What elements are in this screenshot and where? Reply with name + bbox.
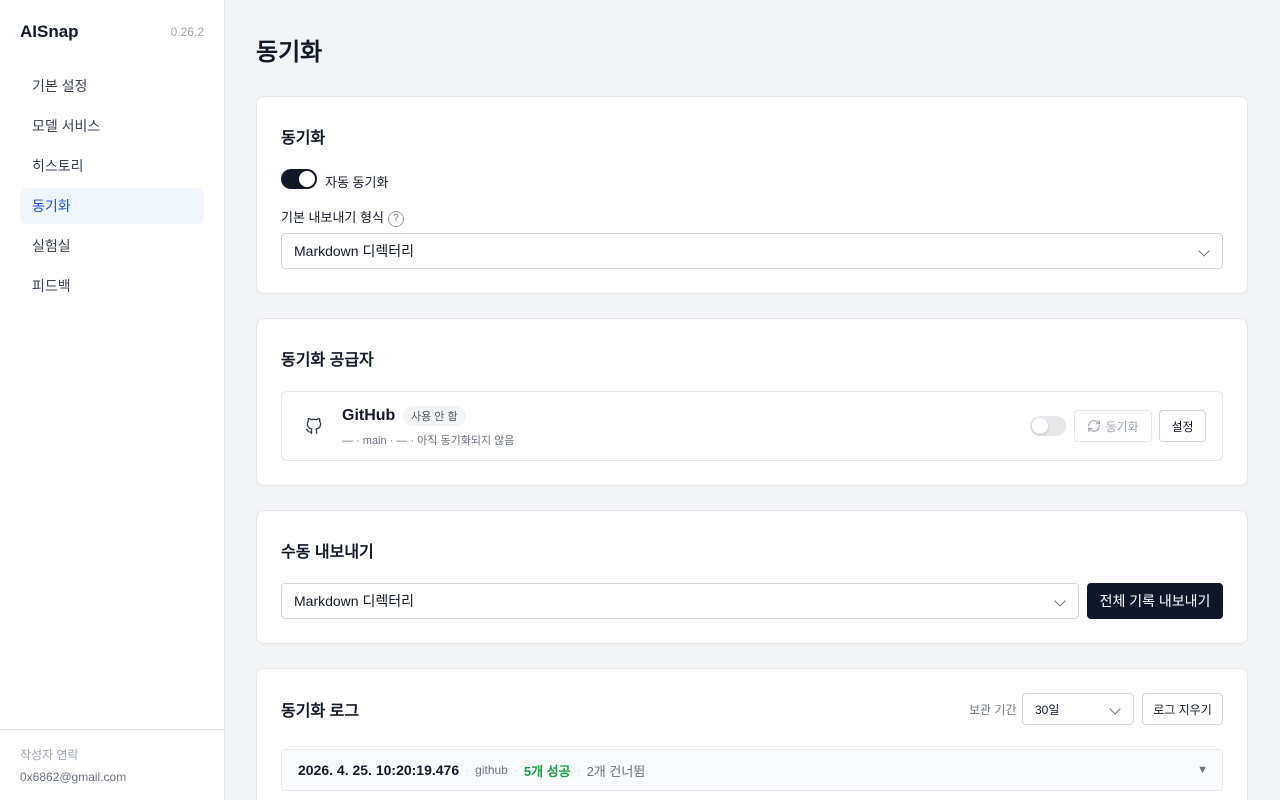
sidebar-item-general[interactable]: 기본 설정 <box>20 68 204 104</box>
manual-export-title: 수동 내보내기 <box>281 544 374 561</box>
auto-sync-label: 자동 동기화 <box>325 175 389 190</box>
main-content: 동기화 동기화 자동 동기화 기본 내보내기 형식? Markdown 디렉터리… <box>225 0 1280 800</box>
chevron-down-icon <box>1109 703 1121 715</box>
log-success-count: 5개 성공 <box>523 763 571 779</box>
manual-export-format-select[interactable]: Markdown 디렉터리 <box>281 583 1079 619</box>
sync-log-card: 동기화 로그 보관 기간 30일 로그 지우기 2026. 4. 25. 10:… <box>256 668 1248 800</box>
status-badge: 사용 안 함 <box>403 406 466 426</box>
sidebar-item-lab[interactable]: 실험실 <box>20 228 204 264</box>
sync-card-title: 동기화 <box>281 130 326 147</box>
sync-log-title: 동기화 로그 <box>281 703 360 720</box>
sync-settings-card: 동기화 자동 동기화 기본 내보내기 형식? Markdown 디렉터리 <box>256 96 1248 294</box>
retention-select[interactable]: 30일 <box>1022 693 1134 725</box>
app-version: 0.26.2 <box>170 25 204 39</box>
manual-export-card: 수동 내보내기 Markdown 디렉터리 전체 기록 내보내기 <box>256 510 1248 644</box>
provider-name: GitHub <box>342 407 396 424</box>
clear-log-button[interactable]: 로그 지우기 <box>1142 693 1223 725</box>
select-value: Markdown 디렉터리 <box>294 243 414 259</box>
page-title: 동기화 <box>256 39 323 66</box>
sidebar-nav: 기본 설정 모델 서비스 히스토리 동기화 실험실 피드백 <box>20 68 204 308</box>
sidebar-item-model-services[interactable]: 모델 서비스 <box>20 108 204 144</box>
export-format-label: 기본 내보내기 형식 <box>281 210 384 225</box>
help-icon[interactable]: ? <box>387 210 404 227</box>
providers-card-title: 동기화 공급자 <box>281 352 374 369</box>
default-export-format-select[interactable]: Markdown 디렉터리 <box>281 233 1223 269</box>
log-time: 2026. 4. 25. 10:20:19.476 <box>298 762 460 778</box>
separator-dot: · <box>465 763 470 777</box>
sync-providers-card: 동기화 공급자 GitHub 사용 안 함 — · main · — · 아직 … <box>256 318 1248 486</box>
log-provider: github <box>475 763 508 777</box>
sidebar-footer: 작성자 연락 0x6862@gmail.com <box>0 729 224 784</box>
provider-meta: — · main · — · 아직 동기화되지 않음 <box>342 435 515 447</box>
sidebar: AISnap 0.26.2 기본 설정 모델 서비스 히스토리 동기화 실험실 … <box>0 0 225 800</box>
toggle-knob <box>1032 418 1048 434</box>
export-all-button[interactable]: 전체 기록 내보내기 <box>1087 583 1223 619</box>
provider-github: GitHub 사용 안 함 — · main · — · 아직 동기화되지 않음… <box>281 391 1223 461</box>
auto-sync-toggle[interactable] <box>281 169 317 189</box>
export-format-label-row: 기본 내보내기 형식? <box>281 207 404 227</box>
expand-triangle-icon[interactable]: ▼ <box>1197 764 1208 776</box>
retention-label: 보관 기간 <box>969 703 1017 717</box>
log-entry[interactable]: 2026. 4. 25. 10:20:19.476 · github · 5개 … <box>281 749 1223 791</box>
app-brand: AISnap <box>20 22 79 41</box>
github-icon <box>305 417 322 435</box>
select-value: Markdown 디렉터리 <box>294 593 414 609</box>
toggle-knob <box>299 171 315 187</box>
separator-dot: · <box>576 763 581 777</box>
chevron-down-icon <box>1198 245 1210 257</box>
contact-label: 작성자 연락 <box>20 748 79 762</box>
refresh-icon <box>1088 420 1101 432</box>
separator-dot: · <box>513 763 518 777</box>
select-value: 30일 <box>1035 702 1060 717</box>
provider-settings-button[interactable]: 설정 <box>1159 410 1206 442</box>
sync-button-label: 동기화 <box>1105 419 1139 434</box>
chevron-down-icon <box>1054 595 1066 607</box>
log-skipped-count: 2개 건너뜀 <box>586 763 646 779</box>
provider-enable-toggle[interactable] <box>1030 416 1066 436</box>
provider-sync-button[interactable]: 동기화 <box>1074 410 1152 442</box>
contact-email[interactable]: 0x6862@gmail.com <box>20 770 204 784</box>
sidebar-item-feedback[interactable]: 피드백 <box>20 268 204 304</box>
sidebar-item-history[interactable]: 히스토리 <box>20 148 204 184</box>
sidebar-item-sync[interactable]: 동기화 <box>20 188 204 224</box>
